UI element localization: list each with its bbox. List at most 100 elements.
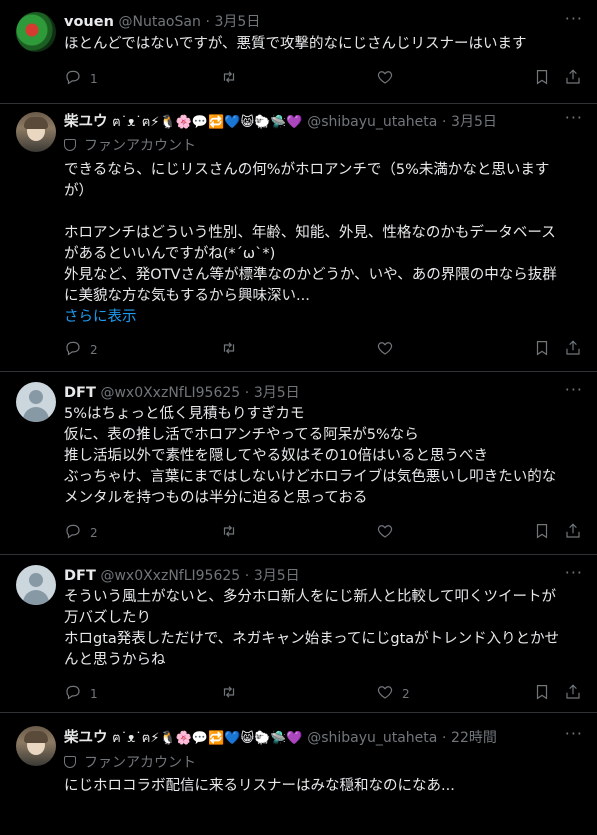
tweet-text: 5%はちょっと低く見積もりすぎカモ 仮に、表の推し活でホロアンチやってる阿呆が5… (64, 404, 584, 509)
reply-button[interactable]: 1 (64, 68, 98, 89)
share-button[interactable] (564, 68, 582, 89)
tweet-actions: 12 (64, 683, 584, 703)
display-name[interactable]: DFT (64, 568, 96, 584)
show-more-link[interactable]: さらに表示 (64, 307, 584, 328)
tweet-actions: 2 (64, 339, 584, 359)
like-button[interactable] (376, 339, 394, 360)
more-icon[interactable]: ··· (565, 108, 583, 127)
tweet-text-line: んと思うからね (64, 652, 166, 668)
tweet[interactable]: 柴ユウ ฅ˙ᴥ˙ฅ⚡🐧🌸💬🔁💙😸🐑🛸💜 @shibayu_utaheta · 2… (0, 713, 597, 835)
avatar[interactable] (16, 726, 56, 766)
timestamp[interactable]: 3月5日 (451, 114, 497, 130)
display-name[interactable]: 柴ユウ (64, 730, 108, 746)
bookmark-button[interactable] (533, 683, 551, 704)
display-name[interactable]: DFT (64, 385, 96, 401)
bookmark-icon (533, 339, 551, 360)
reply-button[interactable]: 2 (64, 339, 98, 360)
bookmark-icon (533, 683, 551, 704)
bookmark-button[interactable] (533, 522, 551, 543)
more-icon[interactable]: ··· (565, 563, 583, 582)
like-icon (376, 522, 394, 543)
avatar[interactable] (16, 112, 56, 152)
share-button[interactable] (564, 683, 582, 704)
tweet-actions: 1 (64, 68, 584, 88)
display-name[interactable]: vouen (64, 14, 114, 30)
reply-button[interactable]: 1 (64, 683, 98, 704)
reply-count: 2 (90, 525, 98, 540)
more-icon[interactable]: ··· (565, 9, 583, 28)
reply-icon (64, 339, 82, 360)
separator-dot: · (244, 385, 250, 401)
tweet-text-line: ぶっちゃけ、言葉にまではしないけどホロライブは気色悪いし叩きたい的な (64, 469, 557, 485)
tweet-text-line: が） (64, 183, 93, 199)
timestamp[interactable]: 3月5日 (254, 568, 300, 584)
reply-count: 1 (90, 686, 98, 701)
share-icon (564, 522, 582, 543)
timestamp[interactable]: 3月5日 (254, 385, 300, 401)
tweet-text-line: があるといいんですがね(*´ω`*) (64, 246, 276, 262)
bookmark-icon (533, 68, 551, 89)
more-icon[interactable]: ··· (565, 724, 583, 743)
retweet-button[interactable] (220, 339, 238, 360)
like-button[interactable] (376, 68, 394, 89)
user-handle[interactable]: @wx0XxzNfLI95625 (100, 568, 240, 584)
fan-account-icon (64, 139, 76, 151)
user-handle[interactable]: @NutaoSan (119, 14, 201, 30)
share-icon (564, 68, 582, 89)
tweet-text-line: に美貌な方な気もするから興味深い... (64, 288, 310, 304)
tweet-text-line: ホロgta発表しただけで、ネガキャン始まってにじgtaがトレンド入りとかせ (64, 631, 560, 647)
like-icon (376, 68, 394, 89)
display-name[interactable]: 柴ユウ (64, 114, 108, 130)
avatar[interactable] (16, 382, 56, 422)
user-handle[interactable]: @shibayu_utaheta (307, 114, 437, 130)
display-name-emojis: ฅ˙ᴥ˙ฅ⚡🐧🌸💬🔁💙😸🐑🛸💜 (112, 731, 303, 746)
separator-dot: · (244, 568, 250, 584)
timestamp[interactable]: 3月5日 (215, 14, 261, 30)
share-button[interactable] (564, 522, 582, 543)
like-button[interactable] (376, 522, 394, 543)
display-name-emojis: ฅ˙ᴥ˙ฅ⚡🐧🌸💬🔁💙😸🐑🛸💜 (112, 115, 303, 130)
like-icon (376, 683, 394, 704)
tweet-text-line (64, 202, 584, 223)
tweet-text: ほとんどではないですが、悪質で攻撃的なにじさんじリスナーはいます (64, 34, 584, 55)
user-handle[interactable]: @wx0XxzNfLI95625 (100, 385, 240, 401)
fan-account-label: ファンアカウント (64, 752, 196, 772)
retweet-button[interactable] (220, 683, 238, 704)
retweet-button[interactable] (220, 522, 238, 543)
separator-dot: · (441, 114, 447, 130)
bookmark-button[interactable] (533, 68, 551, 89)
retweet-icon (220, 522, 238, 543)
tweet-text-line: にじホロコラボ配信に来るリスナーはみな穏和なのになあ... (64, 778, 455, 794)
reply-button[interactable]: 2 (64, 522, 98, 543)
tweet-text-line: 5%はちょっと低く見積もりすぎカモ (64, 406, 305, 422)
share-button[interactable] (564, 339, 582, 360)
tweet-text: にじホロコラボ配信に来るリスナーはみな穏和なのになあ... (64, 776, 584, 797)
tweet[interactable]: vouen @NutaoSan · 3月5日 ··· ほとんどではないですが、悪… (0, 0, 597, 104)
tweet-text-line: 推し活垢以外で素性を隠してやる奴はその10倍はいると思うべき (64, 448, 489, 464)
reply-count: 1 (90, 71, 98, 86)
bookmark-icon (533, 522, 551, 543)
share-icon (564, 683, 582, 704)
like-icon (376, 339, 394, 360)
tweet-text-line: 万バズしたり (64, 610, 151, 626)
avatar[interactable] (16, 12, 56, 52)
tweet-text-line: メンタルを持つものは半分に迫ると思っておる (64, 490, 368, 506)
retweet-button[interactable] (220, 68, 238, 89)
user-handle[interactable]: @shibayu_utaheta (307, 730, 437, 746)
separator-dot: · (441, 730, 447, 746)
timestamp[interactable]: 22時間 (451, 730, 497, 746)
tweet[interactable]: 柴ユウ ฅ˙ᴥ˙ฅ⚡🐧🌸💬🔁💙😸🐑🛸💜 @shibayu_utaheta · 3… (0, 104, 597, 372)
tweet[interactable]: DFT @wx0XxzNfLI95625 · 3月5日 ··· 5%はちょっと低… (0, 372, 597, 555)
tweet-text-line: ホロアンチはどういう性別、年齢、知能、外見、性格なのかもデータベース (64, 225, 556, 241)
tweet[interactable]: DFT @wx0XxzNfLI95625 · 3月5日 ··· そういう風土がな… (0, 555, 597, 713)
avatar[interactable] (16, 565, 56, 605)
like-button[interactable]: 2 (376, 683, 410, 704)
more-icon[interactable]: ··· (565, 380, 583, 399)
reply-icon (64, 683, 82, 704)
tweet-text: そういう風土がないと、多分ホロ新人をにじ新人と比較して叩くツイートが 万バズした… (64, 587, 584, 671)
retweet-icon (220, 339, 238, 360)
tweet-text-line: 仮に、表の推し活でホロアンチやってる阿呆が5%なら (64, 427, 419, 443)
bookmark-button[interactable] (533, 339, 551, 360)
like-count: 2 (402, 686, 410, 701)
fan-account-text: ファンアカウント (84, 755, 196, 771)
